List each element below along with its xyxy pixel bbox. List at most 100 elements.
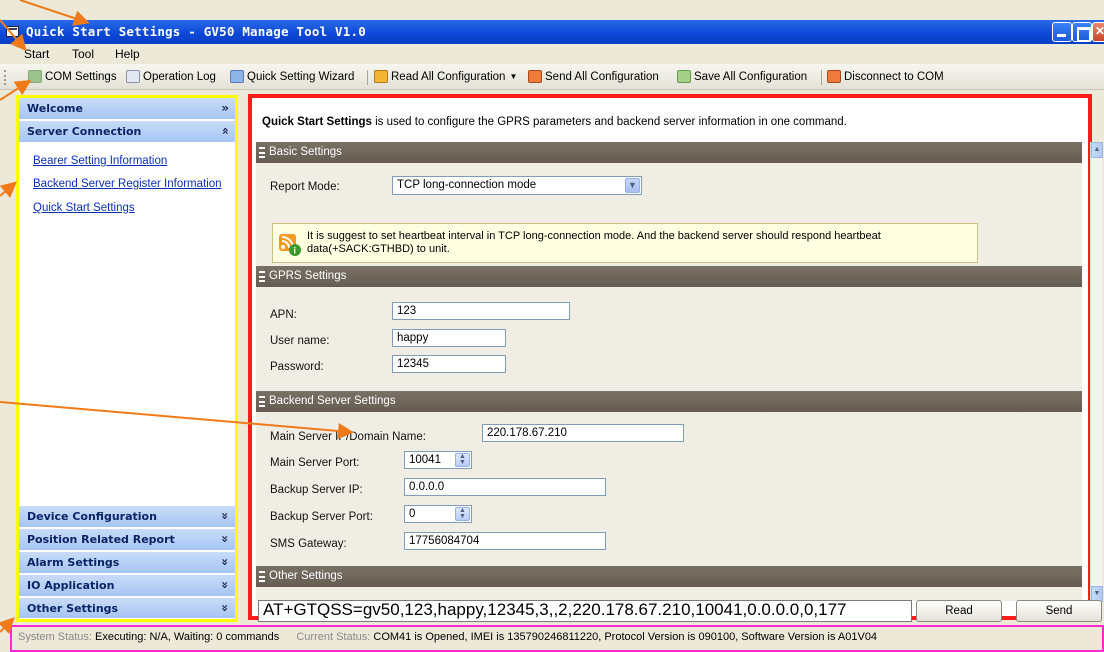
section-other-settings[interactable]: Other Settings	[256, 566, 1082, 587]
main-server-ip-input[interactable]: 220.178.67.210	[482, 424, 684, 442]
read-all-label: Read All Configuration	[391, 70, 506, 83]
command-output[interactable]: AT+GTQSS=gv50,123,happy,12345,3,,2,220.1…	[258, 600, 912, 622]
chevron-down-icon: »	[221, 101, 229, 115]
read-all-button[interactable]: Read All Configuration ▼	[374, 70, 517, 83]
basic-settings-panel: Report Mode: TCP long-connection mode ▼ …	[256, 163, 1082, 266]
save-all-label: Save All Configuration	[694, 70, 808, 83]
sms-gateway-input[interactable]: 17756084704	[404, 532, 606, 550]
system-status-value: Executing: N/A, Waiting: 0 commands	[95, 631, 280, 643]
spinner-icon[interactable]: ▲ ▼	[455, 507, 470, 521]
send-icon	[528, 70, 542, 83]
chevron-up-icon: »	[218, 127, 233, 135]
sidebar-item-device-configuration[interactable]: Device Configuration »	[19, 506, 235, 528]
send-all-button[interactable]: Send All Configuration	[528, 70, 659, 83]
send-all-label: Send All Configuration	[545, 70, 659, 83]
page-title: Quick Start Settings	[262, 116, 372, 128]
minimize-button[interactable]	[1052, 22, 1072, 42]
section-grip-icon	[259, 271, 265, 282]
user-name-label: User name:	[270, 335, 330, 347]
toolbar-separator	[367, 70, 368, 85]
main-server-port-value: 10041	[409, 454, 441, 466]
sidebar-item-label: Server Connection	[27, 125, 142, 138]
menu-help[interactable]: Help	[115, 47, 140, 61]
user-name-input[interactable]: happy	[392, 329, 506, 347]
close-button[interactable]	[1092, 22, 1104, 42]
menu-bar: Start Tool Help	[0, 44, 1104, 64]
backup-server-port-value: 0	[409, 508, 416, 520]
sidebar-item-label: Position Related Report	[27, 533, 175, 546]
content-scrollbar[interactable]: ▲ ▼	[1090, 142, 1103, 602]
app-icon	[6, 26, 19, 37]
sidebar-item-label: IO Application	[27, 579, 115, 592]
backend-settings-panel: Main Server IP/Domain Name: 220.178.67.2…	[256, 412, 1082, 572]
page-description: Quick Start Settings is used to configur…	[262, 116, 847, 128]
main-server-port-label: Main Server Port:	[270, 457, 360, 469]
section-grip-icon	[259, 147, 265, 158]
link-bearer-setting[interactable]: Bearer Setting Information	[33, 155, 167, 167]
sidebar-item-io-application[interactable]: IO Application »	[19, 575, 235, 597]
chevron-down-icon: »	[218, 535, 233, 543]
section-grip-icon	[259, 396, 265, 407]
status-bar: System Status: Executing: N/A, Waiting: …	[10, 625, 1104, 652]
system-status-label: System Status:	[18, 631, 92, 643]
title-bar: Quick Start Settings - GV50 Manage Tool …	[0, 20, 1104, 44]
scroll-up-icon[interactable]: ▲	[1091, 142, 1103, 158]
section-gprs-settings[interactable]: GPRS Settings	[256, 266, 1082, 287]
backup-server-port-input[interactable]: 0 ▲ ▼	[404, 505, 472, 523]
main-server-port-input[interactable]: 10041 ▲ ▼	[404, 451, 472, 469]
operation-log-button[interactable]: Operation Log	[126, 70, 216, 83]
chevron-down-icon: »	[218, 604, 233, 612]
apn-label: APN:	[270, 309, 297, 321]
disconnect-button[interactable]: Disconnect to COM	[827, 70, 944, 83]
section-basic-settings[interactable]: Basic Settings	[256, 142, 1082, 163]
wizard-icon	[230, 70, 244, 83]
read-button[interactable]: Read	[916, 600, 1002, 622]
section-title: Basic Settings	[269, 146, 342, 158]
quick-wizard-label: Quick Setting Wizard	[247, 70, 355, 83]
other-settings-panel	[256, 587, 1082, 601]
current-status-label: Current Status:	[296, 631, 371, 643]
heartbeat-tip: i It is suggest to set heartbeat interva…	[272, 223, 978, 263]
section-grip-icon	[259, 571, 265, 582]
chevron-down-icon: »	[218, 558, 233, 566]
send-button[interactable]: Send	[1016, 600, 1102, 622]
apn-input[interactable]: 123	[392, 302, 570, 320]
menu-tool[interactable]: Tool	[72, 47, 94, 61]
tip-text: It is suggest to set heartbeat interval …	[307, 230, 881, 255]
sidebar: Welcome » Server Connection » Bearer Set…	[16, 95, 238, 622]
backup-server-ip-input[interactable]: 0.0.0.0	[404, 478, 606, 496]
toolbar: COM Settings Operation Log Quick Setting…	[0, 64, 1104, 90]
link-backend-server-register[interactable]: Backend Server Register Information	[33, 178, 222, 190]
password-label: Password:	[270, 361, 324, 373]
com-settings-label: COM Settings	[45, 70, 117, 83]
save-icon	[677, 70, 691, 83]
report-mode-select[interactable]: TCP long-connection mode ▼	[392, 176, 642, 195]
sidebar-item-position-report[interactable]: Position Related Report »	[19, 529, 235, 551]
read-icon	[374, 70, 388, 83]
section-backend-server-settings[interactable]: Backend Server Settings	[256, 391, 1082, 412]
com-settings-button[interactable]: COM Settings	[28, 70, 117, 83]
page-description-text: is used to configure the GPRS parameters…	[371, 116, 847, 128]
toolbar-separator	[821, 70, 822, 85]
app-window: Quick Start Settings - GV50 Manage Tool …	[0, 0, 1104, 652]
toolbar-grip	[4, 70, 7, 85]
sidebar-item-alarm-settings[interactable]: Alarm Settings »	[19, 552, 235, 574]
sidebar-item-other-settings[interactable]: Other Settings »	[19, 598, 235, 619]
save-all-button[interactable]: Save All Configuration	[677, 70, 807, 83]
chevron-down-icon: »	[218, 512, 233, 520]
spinner-icon[interactable]: ▲ ▼	[455, 453, 470, 467]
main-server-ip-label: Main Server IP/Domain Name:	[270, 431, 426, 443]
maximize-button[interactable]	[1072, 22, 1092, 42]
window-title: Quick Start Settings - GV50 Manage Tool …	[26, 24, 366, 39]
chevron-down-icon: »	[218, 581, 233, 589]
sidebar-item-welcome[interactable]: Welcome »	[19, 98, 235, 120]
backup-server-ip-label: Backup Server IP:	[270, 484, 363, 496]
log-icon	[126, 70, 140, 83]
menu-start[interactable]: Start	[24, 47, 49, 61]
section-title: Other Settings	[269, 570, 343, 582]
sidebar-item-server-connection[interactable]: Server Connection »	[19, 121, 235, 143]
link-quick-start-settings[interactable]: Quick Start Settings	[33, 202, 135, 214]
sidebar-item-label: Welcome	[27, 102, 83, 115]
quick-wizard-button[interactable]: Quick Setting Wizard	[230, 70, 354, 83]
password-input[interactable]: 12345	[392, 355, 506, 373]
